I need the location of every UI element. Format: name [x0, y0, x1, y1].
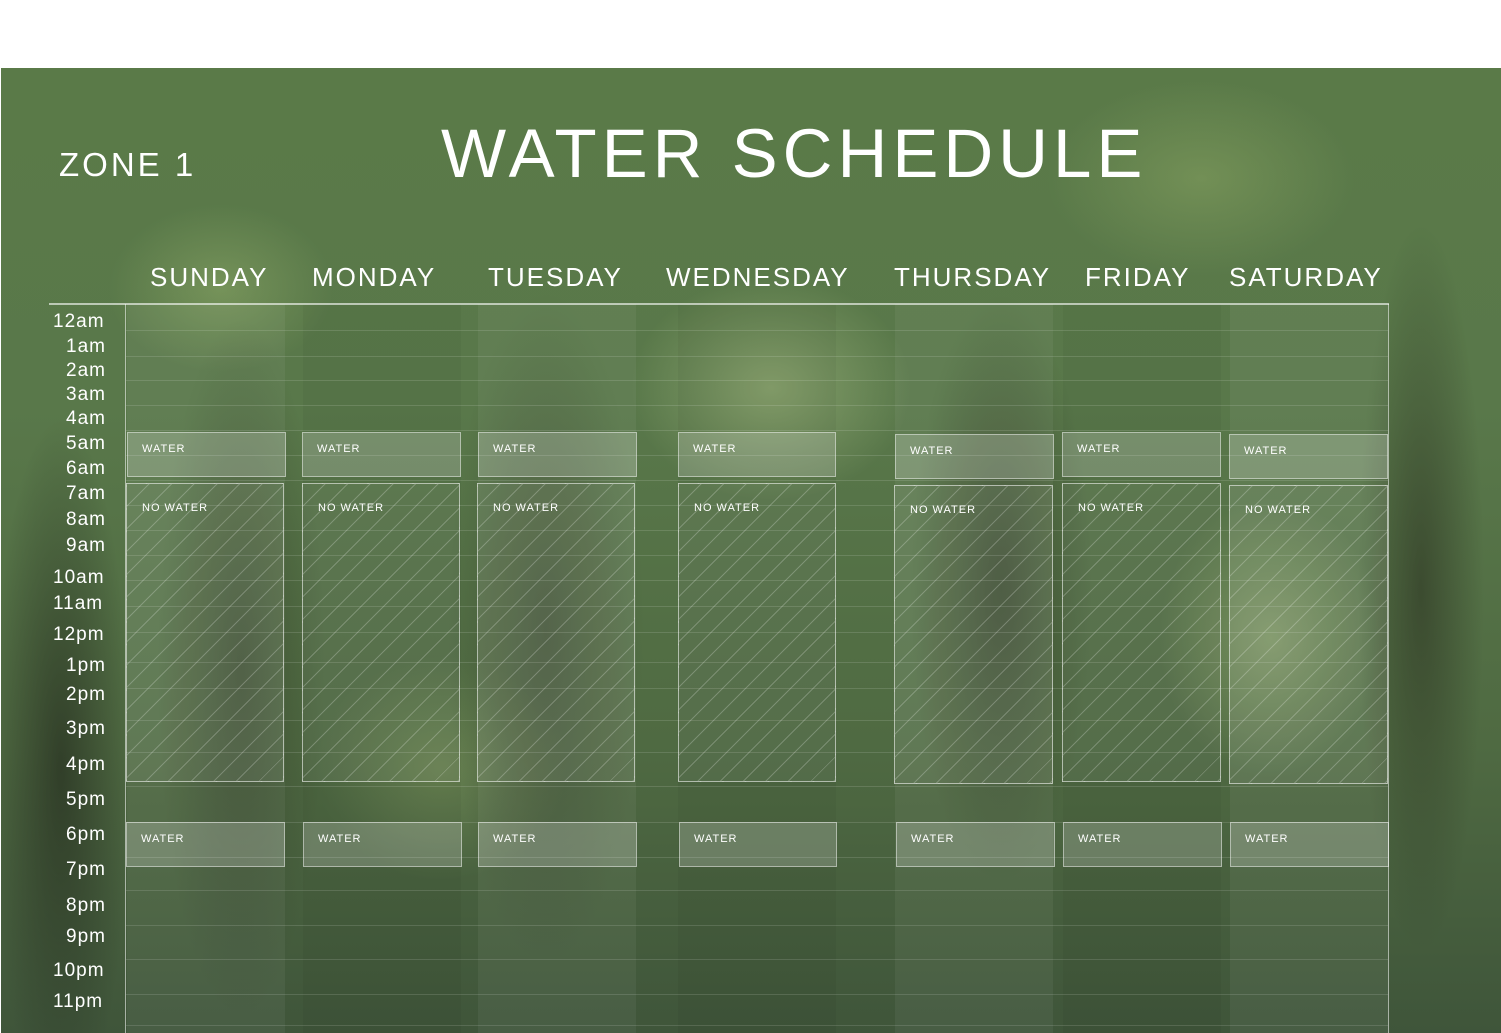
hour-row-line: [126, 959, 1388, 960]
water-label: WATER: [141, 833, 185, 845]
water-block-evening: WATER: [1063, 822, 1222, 867]
water-block-morning: WATER: [678, 432, 836, 477]
hour-row-line: [126, 786, 1388, 787]
no-water-label: NO WATER: [1078, 502, 1145, 514]
no-water-block: NO WATER: [126, 483, 284, 782]
hour-row-line: [126, 890, 1388, 891]
hour-row-line: [126, 1025, 1388, 1026]
time-label: 6pm: [66, 824, 106, 845]
hour-row-line: [126, 430, 1388, 431]
time-label: 3pm: [66, 718, 106, 739]
water-label: WATER: [1244, 445, 1288, 457]
no-water-label: NO WATER: [694, 502, 761, 514]
water-label: WATER: [493, 443, 537, 455]
day-header-thursday: THURSDAY: [894, 262, 1052, 292]
water-block-morning: WATER: [1229, 434, 1388, 479]
time-label: 9pm: [66, 926, 106, 947]
water-label: WATER: [318, 833, 362, 845]
day-header-sunday: SUNDAY: [150, 262, 269, 292]
header-rule: [49, 303, 1389, 305]
no-water-block: NO WATER: [1229, 485, 1388, 784]
time-label: 9am: [66, 535, 106, 556]
time-label: 2pm: [66, 684, 106, 705]
no-water-label: NO WATER: [142, 502, 209, 514]
water-block-evening: WATER: [679, 822, 837, 867]
page-title: WATER SCHEDULE: [441, 115, 1148, 192]
no-water-label: NO WATER: [1245, 504, 1312, 516]
time-label: 4am: [66, 408, 106, 429]
time-label: 10am: [53, 567, 105, 588]
water-label: WATER: [1078, 833, 1122, 845]
water-label: WATER: [317, 443, 361, 455]
time-label: 5am: [66, 433, 106, 454]
hour-row-line: [126, 480, 1388, 481]
water-label: WATER: [694, 833, 738, 845]
water-label: WATER: [142, 443, 186, 455]
water-block-morning: WATER: [302, 432, 461, 477]
time-label: 7pm: [66, 859, 106, 880]
time-label: 12am: [53, 311, 105, 332]
water-block-morning: WATER: [478, 432, 637, 477]
no-water-block: NO WATER: [302, 483, 460, 782]
time-label: 7am: [66, 483, 106, 504]
time-label: 3am: [66, 384, 106, 405]
no-water-block: NO WATER: [678, 483, 836, 782]
water-block-morning: WATER: [1062, 432, 1221, 477]
time-label: 1pm: [66, 655, 106, 676]
time-label: 11am: [53, 593, 104, 614]
day-header-tuesday: TUESDAY: [488, 262, 623, 292]
time-label: 10pm: [53, 960, 105, 981]
day-header-wednesday: WEDNESDAY: [666, 262, 850, 292]
time-label: 2am: [66, 360, 106, 381]
time-label: 6am: [66, 458, 106, 479]
water-label: WATER: [493, 833, 537, 845]
day-header-monday: MONDAY: [312, 262, 437, 292]
time-label: 1am: [66, 336, 106, 357]
no-water-block: NO WATER: [477, 483, 635, 782]
water-block-evening: WATER: [896, 822, 1055, 867]
hour-row-line: [126, 925, 1388, 926]
water-block-evening: WATER: [303, 822, 462, 867]
water-block-evening: WATER: [478, 822, 637, 867]
time-label: 5pm: [66, 789, 106, 810]
water-block-morning: WATER: [895, 434, 1054, 479]
no-water-label: NO WATER: [493, 502, 560, 514]
water-block-evening: WATER: [126, 822, 285, 867]
water-label: WATER: [1245, 833, 1289, 845]
water-label: WATER: [911, 833, 955, 845]
hour-row-line: [126, 356, 1388, 357]
no-water-label: NO WATER: [910, 504, 977, 516]
no-water-block: NO WATER: [894, 485, 1053, 784]
grid-right-edge: [1388, 304, 1389, 1033]
water-block-evening: WATER: [1230, 822, 1389, 867]
schedule-board: WATER SCHEDULE ZONE 1 SUNDAY MONDAY TUES…: [1, 68, 1501, 1033]
time-label: 12pm: [53, 624, 105, 645]
time-label: 8am: [66, 509, 106, 530]
day-header-friday: FRIDAY: [1085, 262, 1191, 292]
day-header-saturday: SATURDAY: [1229, 262, 1383, 292]
time-label: 4pm: [66, 754, 106, 775]
time-label: 8pm: [66, 895, 106, 916]
water-label: WATER: [910, 445, 954, 457]
water-label: WATER: [1077, 443, 1121, 455]
hour-row-line: [126, 380, 1388, 381]
hour-row-line: [126, 405, 1388, 406]
water-block-morning: WATER: [127, 432, 286, 477]
zone-label: ZONE 1: [59, 146, 197, 183]
no-water-label: NO WATER: [318, 502, 385, 514]
time-label: 11pm: [53, 991, 104, 1012]
water-label: WATER: [693, 443, 737, 455]
no-water-block: NO WATER: [1062, 483, 1221, 782]
hour-row-line: [126, 994, 1388, 995]
hour-row-line: [126, 330, 1388, 331]
